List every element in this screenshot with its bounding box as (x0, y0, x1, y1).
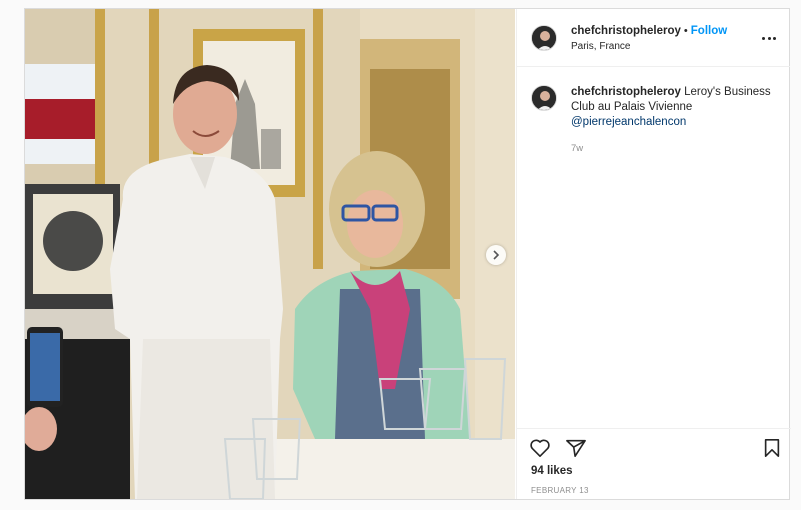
action-icons (529, 438, 781, 460)
mention-link[interactable]: @pierrejeanchalencon (571, 116, 686, 128)
caption-username[interactable]: chefchristopheleroy (571, 86, 681, 98)
heart-icon[interactable] (529, 438, 551, 458)
caption: chefchristopheleroy Leroy's Business Clu… (517, 67, 790, 130)
header-text: chefchristopheleroy • Follow Paris, France (571, 22, 727, 54)
post-sidebar: chefchristopheleroy • Follow Paris, France… (516, 9, 791, 499)
more-options-icon[interactable] (762, 31, 776, 45)
header-username[interactable]: chefchristopheleroy (571, 25, 681, 37)
chevron-right-icon (493, 250, 500, 260)
separator-dot: • (683, 24, 688, 37)
post-photo[interactable] (25, 9, 515, 499)
actions-bar: 94 likes FEBRUARY 13 (517, 428, 791, 499)
avatar-image (532, 86, 556, 110)
photo-illustration (25, 9, 515, 499)
instagram-post: chefchristopheleroy • Follow Paris, France… (24, 8, 791, 500)
post-date: FEBRUARY 13 (531, 486, 589, 495)
post-header: chefchristopheleroy • Follow Paris, France (517, 9, 790, 67)
likes-count[interactable]: 94 likes (531, 465, 573, 477)
location-link[interactable]: Paris, France (571, 39, 727, 54)
page-background: chefchristopheleroy • Follow Paris, France… (0, 0, 801, 510)
avatar[interactable] (531, 24, 557, 51)
caption-time-ago: 7w (571, 143, 584, 154)
next-photo-button[interactable] (486, 245, 506, 265)
paper-plane-icon[interactable] (565, 438, 587, 458)
caption-text: chefchristopheleroy Leroy's Business Clu… (571, 85, 776, 130)
caption-avatar[interactable] (531, 85, 557, 111)
avatar-image (532, 25, 556, 50)
bookmark-icon[interactable] (763, 438, 781, 458)
follow-button[interactable]: Follow (691, 25, 727, 37)
